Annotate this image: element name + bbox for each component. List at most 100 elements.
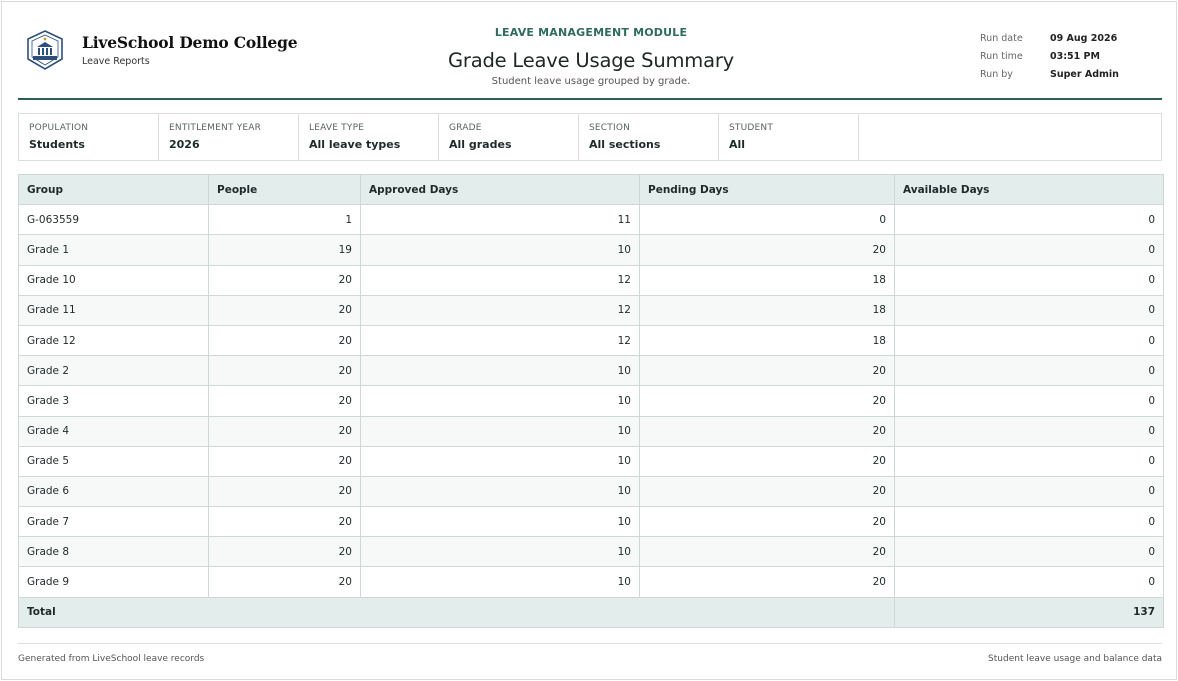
total-label: Total	[18, 596, 895, 628]
filter-value: All leave types	[309, 138, 401, 151]
cell-group: Grade 12	[18, 324, 209, 357]
cell-available-days: 0	[894, 385, 1164, 417]
table-row: Grade 7 20 10 20 0	[18, 506, 1164, 538]
filter-grade: GRADE All grades	[439, 114, 579, 160]
cell-people: 20	[208, 294, 361, 326]
filter-label: GRADE	[449, 123, 482, 133]
table-row: Grade 6 20 10 20 0	[18, 475, 1164, 508]
table-row: Grade 4 20 10 20 0	[18, 415, 1164, 447]
cell-group: G-063559	[18, 204, 209, 236]
cell-pending-days: 18	[639, 324, 895, 357]
filter-leave-type: LEAVE TYPE All leave types	[299, 114, 439, 160]
cell-people: 20	[208, 415, 361, 447]
cell-available-days: 0	[894, 234, 1164, 266]
cell-group: Grade 5	[18, 445, 209, 477]
cell-people: 20	[208, 385, 361, 417]
filter-label: SECTION	[589, 123, 631, 133]
run-date-label: Run date	[980, 32, 1023, 44]
table-row: Grade 2 20 10 20 0	[18, 355, 1164, 387]
cell-people: 20	[208, 536, 361, 568]
filter-label: POPULATION	[29, 123, 89, 133]
cell-available-days: 0	[894, 355, 1164, 387]
cell-approved-days: 12	[360, 294, 640, 326]
cell-pending-days: 20	[639, 355, 895, 387]
cell-approved-days: 10	[360, 506, 640, 538]
run-by-value: Super Admin	[1050, 68, 1119, 80]
cell-approved-days: 10	[360, 355, 640, 387]
table-header-row: Group People Approved Days Pending Days …	[18, 173, 1164, 206]
cell-group: Grade 11	[18, 294, 209, 326]
filter-value: 2026	[169, 138, 200, 151]
filter-student: STUDENT All	[719, 114, 859, 160]
cell-available-days: 0	[894, 566, 1164, 598]
cell-pending-days: 20	[639, 475, 895, 508]
cell-group: Grade 9	[18, 566, 209, 598]
column-header-approved-days: Approved Days	[360, 173, 640, 206]
cell-pending-days: 20	[639, 445, 895, 477]
table-total-row: Total 137	[18, 596, 1164, 628]
cell-available-days: 0	[894, 506, 1164, 538]
cell-group: Grade 1	[18, 234, 209, 266]
cell-group: Grade 2	[18, 355, 209, 387]
filter-label: STUDENT	[729, 123, 774, 133]
cell-available-days: 0	[894, 536, 1164, 568]
table-row: Grade 9 20 10 20 0	[18, 566, 1164, 598]
cell-people: 20	[208, 506, 361, 538]
cell-group: Grade 4	[18, 415, 209, 447]
cell-group: Grade 8	[18, 536, 209, 568]
footer-source: Generated from LiveSchool leave records	[18, 654, 205, 664]
page-title: Grade Leave Usage Summary	[447, 49, 735, 72]
run-date-value: 09 Aug 2026	[1050, 32, 1118, 44]
cell-pending-days: 20	[639, 415, 895, 447]
cell-group: Grade 10	[18, 264, 209, 296]
cell-people: 1	[208, 204, 361, 236]
cell-approved-days: 11	[360, 204, 640, 236]
cell-people: 20	[208, 475, 361, 508]
cell-available-days: 0	[894, 475, 1164, 508]
table-row: Grade 1 19 10 20 0	[18, 234, 1164, 266]
cell-available-days: 0	[894, 445, 1164, 477]
cell-approved-days: 10	[360, 234, 640, 266]
cell-people: 20	[208, 355, 361, 387]
cell-people: 20	[208, 324, 361, 357]
cell-approved-days: 10	[360, 415, 640, 447]
column-header-pending-days: Pending Days	[639, 173, 895, 206]
brand-text: LiveSchool Demo College Leave Reports	[82, 33, 298, 67]
cell-approved-days: 10	[360, 536, 640, 568]
table-row: Grade 11 20 12 18 0	[18, 294, 1164, 326]
cell-approved-days: 12	[360, 324, 640, 357]
run-time-label: Run time	[980, 50, 1023, 62]
run-by-label: Run by	[980, 68, 1013, 80]
filter-value: All sections	[589, 138, 661, 151]
cell-approved-days: 10	[360, 566, 640, 598]
run-time-value: 03:51 PM	[1050, 50, 1100, 62]
cell-pending-days: 20	[639, 506, 895, 538]
cell-pending-days: 20	[639, 566, 895, 598]
brand: LiveSchool Demo College Leave Reports	[24, 29, 298, 71]
table-row: Grade 3 20 10 20 0	[18, 385, 1164, 417]
table-row: Grade 8 20 10 20 0	[18, 536, 1164, 568]
cell-people: 20	[208, 566, 361, 598]
cell-available-days: 0	[894, 264, 1164, 296]
cell-people: 19	[208, 234, 361, 266]
report-page: LiveSchool Demo College Leave Reports LE…	[1, 1, 1177, 680]
table-row: Grade 5 20 10 20 0	[18, 445, 1164, 477]
table-row: G-063559 1 11 0 0	[18, 204, 1164, 236]
filter-entitlement-year: ENTITLEMENT YEAR 2026	[159, 114, 299, 160]
report-heading: LEAVE MANAGEMENT MODULE Grade Leave Usag…	[358, 26, 824, 87]
cell-group: Grade 6	[18, 475, 209, 508]
cell-pending-days: 18	[639, 264, 895, 296]
cell-available-days: 0	[894, 324, 1164, 357]
cell-pending-days: 20	[639, 385, 895, 417]
cell-available-days: 0	[894, 294, 1164, 326]
report-footer: Generated from LiveSchool leave records …	[18, 643, 1162, 681]
cell-group: Grade 7	[18, 506, 209, 538]
table-body: G-063559 1 11 0 0 Grade 1 19 10 20 0 Grade 10 20 12 1…	[18, 204, 1164, 598]
filter-value: All grades	[449, 138, 512, 151]
footer-description: Student leave usage and balance data	[988, 654, 1162, 664]
cell-approved-days: 10	[360, 445, 640, 477]
brand-name: LiveSchool Demo College	[82, 33, 298, 52]
filter-summary: POPULATION Students ENTITLEMENT YEAR 202…	[18, 113, 1162, 161]
run-date-row: Run date 09 Aug 2026	[980, 29, 1119, 47]
total-value: 137	[894, 596, 1164, 628]
